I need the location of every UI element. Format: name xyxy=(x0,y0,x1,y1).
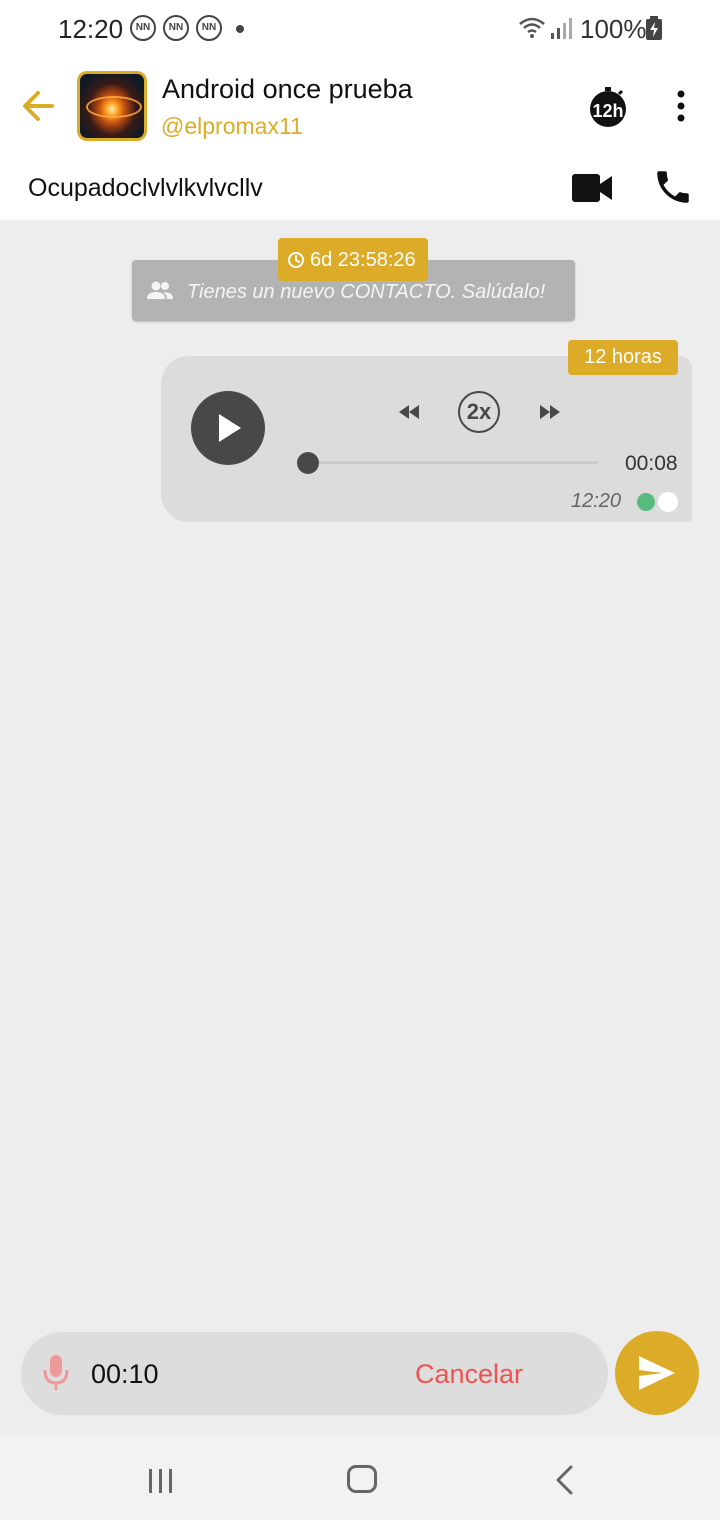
contact-handle: @elpromax11 xyxy=(161,113,303,139)
recording-bar: 00:10 Cancelar xyxy=(21,1332,608,1415)
contact-name[interactable]: Android once prueba xyxy=(162,74,413,105)
wifi-icon xyxy=(519,17,545,38)
more-options-icon[interactable] xyxy=(666,88,696,124)
message-time: 12:20 xyxy=(571,490,622,512)
phone-call-icon[interactable] xyxy=(652,166,694,208)
expiry-badge: 12 horas xyxy=(568,340,678,375)
more-notifications-dot xyxy=(236,25,244,33)
rewind-icon[interactable] xyxy=(397,402,421,422)
play-button[interactable] xyxy=(191,391,265,465)
cell-signal-icon xyxy=(551,18,572,39)
back-arrow-icon[interactable] xyxy=(16,84,60,128)
battery-charging-icon xyxy=(646,16,662,40)
recording-timer: 00:10 xyxy=(91,1359,159,1389)
play-icon xyxy=(219,414,241,442)
countdown-badge: 6d 23:58:26 xyxy=(278,238,428,281)
status-time: 12:20 xyxy=(58,14,124,44)
battery-percent: 100% xyxy=(580,14,647,44)
cancel-recording-button[interactable]: Cancelar xyxy=(415,1359,523,1390)
clock-icon xyxy=(288,252,304,268)
timer-icon-label: 12h xyxy=(592,101,623,121)
read-indicator xyxy=(658,492,678,512)
send-icon xyxy=(639,1356,675,1390)
message-timer-icon[interactable]: 12h xyxy=(588,86,628,128)
system-message-text: Tienes un nuevo CONTACTO. Salúdalo! xyxy=(187,281,546,303)
contact-status: Ocupadoclvlvlkvlvcllv xyxy=(28,174,263,202)
home-icon[interactable] xyxy=(347,1465,377,1493)
nav-back-icon[interactable] xyxy=(553,1465,577,1495)
send-button[interactable] xyxy=(615,1331,699,1415)
playback-speed-button[interactable]: 2x xyxy=(458,391,500,433)
group-icon xyxy=(147,281,173,299)
notification-app-icon: NN xyxy=(196,15,222,41)
seek-bar[interactable] xyxy=(308,461,598,464)
delivered-indicator xyxy=(637,493,655,511)
audio-duration: 00:08 xyxy=(625,452,678,475)
avatar[interactable] xyxy=(77,71,147,141)
chat-header: Android once prueba @elpromax11 12h Ocup… xyxy=(0,58,720,220)
voice-message-bubble[interactable]: 2x 00:08 12:20 xyxy=(161,356,692,522)
microphone-icon xyxy=(43,1355,69,1390)
seek-handle[interactable] xyxy=(297,452,319,474)
status-bar: 12:20 NN NN NN 100% xyxy=(0,0,720,58)
system-nav-bar xyxy=(0,1435,720,1520)
notification-app-icon: NN xyxy=(130,15,156,41)
notification-app-icon: NN xyxy=(163,15,189,41)
video-call-icon[interactable] xyxy=(570,168,614,208)
fast-forward-icon[interactable] xyxy=(538,402,562,422)
countdown-text: 6d 23:58:26 xyxy=(310,249,416,271)
recent-apps-icon[interactable] xyxy=(146,1467,176,1495)
